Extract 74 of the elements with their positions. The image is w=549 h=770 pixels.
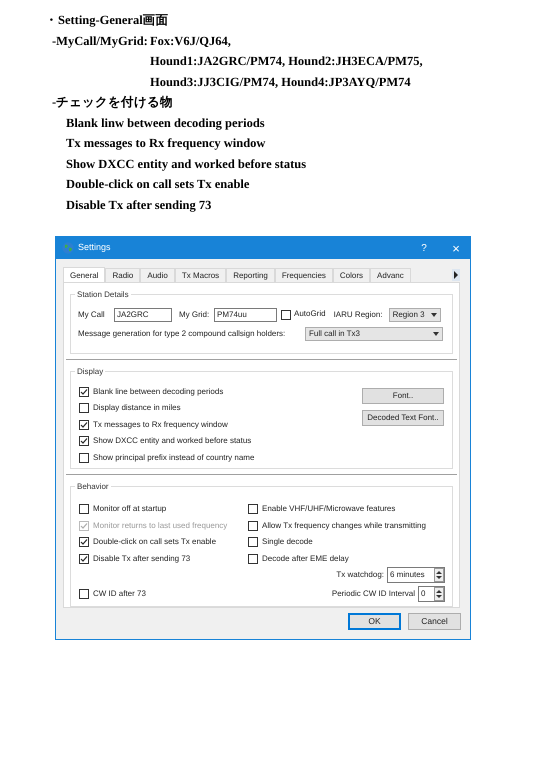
checkbox-label: Disable Tx after sending 73 (93, 552, 190, 565)
checkbox[interactable] (79, 420, 89, 430)
field-label: Tx watchdog: (336, 569, 384, 582)
checkbox[interactable] (248, 537, 258, 548)
font-button[interactable]: Decoded Text Font.. (362, 410, 444, 426)
note-line: Tx messages to Rx frequency window (66, 136, 266, 150)
checkbox[interactable] (79, 436, 89, 446)
tab[interactable]: Tx Macros (174, 268, 226, 282)
checkbox[interactable] (248, 504, 258, 514)
tab[interactable]: General (63, 267, 106, 282)
note-line: Fox:V6J/QJ64, (150, 32, 232, 50)
spin-box[interactable]: 6 minutes (387, 567, 445, 584)
group-title: Display (75, 366, 106, 378)
checkbox-label: Double-click on call sets Tx enable (93, 536, 216, 548)
checkbox[interactable] (79, 504, 89, 514)
globe-icon (62, 242, 74, 254)
checkbox[interactable] (79, 452, 89, 463)
note-line: Show DXCC entity and worked before status (66, 156, 306, 170)
dropdown-arrow-icon (433, 332, 439, 336)
field-label: IARU Region: (334, 309, 384, 321)
checkbox[interactable] (248, 554, 258, 564)
checkbox-label: Show DXCC entity and worked before status (93, 435, 252, 448)
checkbox-label: Decode after EME delay (262, 552, 349, 565)
tab[interactable]: Reporting (226, 268, 275, 282)
tab[interactable]: Advanc (370, 268, 411, 282)
note-label: -MyCall/MyGrid: (52, 32, 149, 50)
checkbox-label: Enable VHF/UHF/Microwave features (262, 503, 396, 516)
spinner-arrows-icon (434, 586, 444, 601)
input-field[interactable]: JA2GRC (114, 308, 172, 322)
checkbox[interactable] (79, 386, 89, 397)
tab[interactable]: Audio (140, 268, 175, 282)
tab[interactable]: Radio (105, 268, 140, 282)
dropdown-arrow-icon (430, 313, 437, 317)
checkbox-label: Display distance in miles (93, 402, 181, 414)
checkbox[interactable] (79, 403, 89, 414)
field-label: My Call (78, 309, 106, 321)
checkbox-label: Single decode (262, 536, 313, 548)
heading: ・Setting-General画面 (45, 12, 170, 29)
note-line: Hound3:JJ3CIG/PM74, Hound4:JP3AYQ/PM74 (150, 74, 412, 90)
tab[interactable]: Colors (332, 268, 370, 282)
checkbox-label: Monitor off at startup (93, 503, 166, 516)
help-button[interactable]: ? (416, 240, 432, 256)
field-label: My Grid: (179, 309, 210, 321)
checkbox-label: CW ID after 73 (93, 588, 146, 600)
checkbox-label: AutoGrid (294, 308, 326, 320)
checkbox-label: Monitor returns to last used frequency (93, 520, 228, 532)
checkbox-label: Allow Tx frequency changes while transmitting (262, 520, 426, 532)
dialog-button[interactable]: Cancel (408, 613, 461, 630)
checkbox[interactable] (79, 554, 89, 564)
note-label: -チェックを付ける物 (52, 95, 174, 109)
dialog-button[interactable]: OK (348, 613, 401, 630)
input-field[interactable]: PM74uu (214, 308, 277, 322)
checkbox-label: Tx messages to Rx frequency window (93, 418, 228, 431)
field-label: Message generation for type 2 compound callsign holders: (78, 328, 286, 340)
tab[interactable]: Frequencies (274, 268, 333, 282)
note-line: Double-click on call sets Tx enable (66, 177, 250, 191)
checkbox-label: Show principal prefix instead of country name (93, 452, 254, 464)
field-label: Periodic CW ID Interval (332, 588, 415, 600)
window-title: Settings (78, 241, 111, 254)
dropdown[interactable]: Full call in Tx3 (305, 327, 443, 341)
font-button[interactable]: Font.. (362, 388, 444, 404)
checkbox-label: Blank line between decoding periods (93, 386, 224, 398)
close-button[interactable]: × (448, 242, 464, 254)
spinner-arrows-icon (434, 568, 444, 582)
checkbox[interactable] (79, 588, 89, 599)
note-line: Disable Tx after sending 73 (66, 198, 212, 212)
checkbox[interactable] (281, 310, 291, 320)
checkbox[interactable] (248, 520, 258, 531)
scroll-right-icon[interactable] (452, 269, 460, 281)
dropdown[interactable]: Region 3 (388, 308, 441, 322)
note-line: Hound1:JA2GRC/PM74, Hound2:JH3ECA/PM75, (150, 53, 423, 70)
checkbox[interactable] (79, 537, 89, 548)
spin-box[interactable]: 0 (418, 586, 445, 602)
note-line: Blank linw between decoding periods (66, 116, 265, 130)
